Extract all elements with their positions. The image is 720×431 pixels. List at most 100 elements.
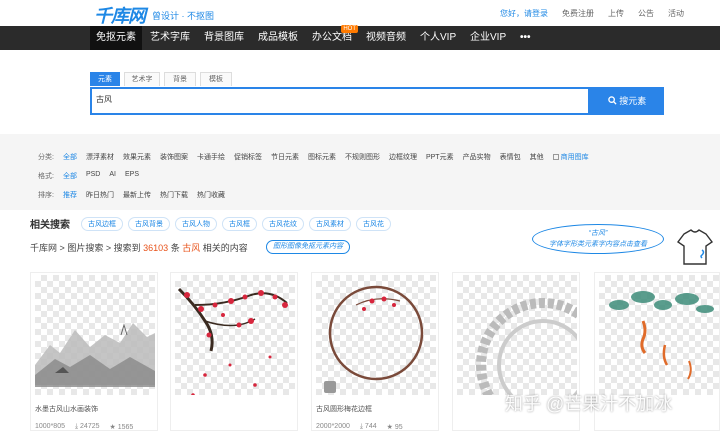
related-tag[interactable]: 古风花纹 [262,216,304,231]
top-bar: 千库网 曾设计 · 不抠图 您好，请登录 免费注册 上传 公告 活动 [0,0,720,26]
search-tab-templates[interactable]: 模板 [200,72,232,86]
download-count: ⤓ 744 [359,423,377,430]
category-filter-row: 分类: 全部 漂浮素材 效果元素 装饰图案 卡通手绘 促销标签 节日元素 图标元… [38,152,589,166]
sort-label: 排序: [38,192,54,199]
search-button[interactable]: 搜元素 [590,87,664,115]
format-option[interactable]: PSD [86,171,100,185]
nav-item-office-docs-label: 办公文档 [312,32,352,43]
category-label: 分类: [38,154,54,161]
sort-option[interactable]: 推荐 [63,190,77,204]
card-meta: 2000*2000 ⤓ 744 ★ 95 [316,423,403,431]
category-option[interactable]: 表情包 [500,152,521,166]
related-tag[interactable]: 古风素材 [309,216,351,231]
nav-item-templates[interactable]: 成品模板 [252,26,304,50]
search-button-label: 搜元素 [619,96,647,106]
format-option[interactable]: 全部 [63,171,77,185]
category-option[interactable]: 边框纹理 [389,152,417,166]
card-size: 2000*2000 [316,423,350,430]
round-plum-frame-image [324,285,424,393]
commercial-filter[interactable]: 商用图库 [552,152,589,166]
breadcrumb-section[interactable]: 图片搜索 [67,243,103,253]
result-card[interactable] [170,272,298,431]
result-count: 36103 [143,243,169,253]
related-searches: 相关搜索 古风边框 古风背景 古风人物 古风框 古风花纹 古风素材 古风花 [30,216,391,231]
breadcrumb: 千库网 > 图片搜索 > 搜索到 36103 条 古风 相关的内容 [30,241,248,254]
related-tag[interactable]: 古风框 [222,216,257,231]
card-thumbnail[interactable] [457,275,577,395]
result-card[interactable]: 水墨古风山水画装饰 1000*805 ⤓ 24725 ★ 1565 [30,272,158,431]
search-box [90,87,590,115]
category-option[interactable]: 节日元素 [271,152,299,166]
nav-item-video-audio[interactable]: 视频音频 [360,26,412,50]
annotation-bubble: “古风” 字体字形类元素字内容点击查看 [532,224,664,254]
category-option[interactable]: 装饰图案 [160,152,188,166]
category-option[interactable]: 效果元素 [123,152,151,166]
nav-item-elements[interactable]: 免抠元素 [90,26,142,50]
nav-item-business-vip[interactable]: 企业VIP [464,26,512,50]
nav-item-personal-vip[interactable]: 个人VIP [414,26,462,50]
tshirt-icon [676,229,714,265]
related-title: 相关搜索 [30,220,70,231]
format-filter-row: 格式: 全部 PSD AI EPS [38,171,139,185]
related-tag[interactable]: 古风花 [356,216,391,231]
category-option[interactable]: 全部 [63,152,77,166]
card-thumbnail[interactable] [35,275,155,395]
sort-option[interactable]: 热门下载 [160,190,188,204]
category-option[interactable]: 其他 [530,152,544,166]
sort-option[interactable]: 热门收藏 [197,190,225,204]
sort-filter-row: 排序: 推荐 昨日热门 最新上传 热门下载 热门收藏 [38,190,225,204]
nav-more-icon[interactable]: ••• [514,26,537,50]
ink-landscape-image [35,323,155,387]
lotus-koi-image [609,291,714,380]
main-nav: 免抠元素 艺术字库 背景图库 成品模板 办公文档 HOT 视频音频 个人VIP … [0,25,720,50]
search-tab-elements[interactable]: 元素 [90,72,120,86]
fav-count: ★ 95 [386,424,403,431]
result-card[interactable]: 古风圆形梅花边框 2000*2000 ⤓ 744 ★ 95 [311,272,439,431]
filter-panel: 分类: 全部 漂浮素材 效果元素 装饰图案 卡通手绘 促销标签 节日元素 图标元… [0,134,720,210]
card-thumbnail[interactable] [175,275,295,395]
card-title[interactable]: 水墨古风山水画装饰 [35,404,98,414]
sort-option[interactable]: 昨日热门 [86,190,114,204]
search-tab-backgrounds[interactable]: 背景 [164,72,196,86]
category-option[interactable]: 产品实物 [463,152,491,166]
commercial-checkbox[interactable] [552,154,559,161]
related-tag[interactable]: 古风边框 [81,216,123,231]
category-option[interactable]: PPT元素 [426,152,454,166]
upload-link[interactable]: 上传 [608,8,624,19]
card-thumbnail[interactable] [599,275,719,395]
category-option[interactable]: 促销标签 [234,152,262,166]
category-option[interactable]: 图标元素 [308,152,336,166]
format-label: 格式: [38,173,54,180]
related-tag[interactable]: 古风背景 [128,216,170,231]
search-tab-art-fonts[interactable]: 艺术字 [124,72,160,86]
download-count: ⤓ 24725 [74,423,100,430]
search-icon [607,96,617,105]
related-tag[interactable]: 古风人物 [175,216,217,231]
result-keyword: 古风 [182,243,201,253]
nav-item-art-fonts[interactable]: 艺术字库 [144,26,196,50]
breadcrumb-separator: > [59,243,65,253]
sort-option[interactable]: 最新上传 [123,190,151,204]
category-option[interactable]: 不规则图形 [345,152,380,166]
result-unit: 条 [170,243,180,253]
search-input[interactable] [96,95,576,104]
annotation-note: 图形图像免抠元素内容 [266,240,350,254]
site-logo[interactable]: 千库网 [94,2,146,28]
nav-item-office-docs[interactable]: 办公文档 HOT [306,25,364,50]
register-link[interactable]: 免费注册 [562,8,594,19]
nav-item-backgrounds[interactable]: 背景图库 [198,26,250,50]
copy-icon [324,381,336,393]
category-option[interactable]: 卡通手绘 [197,152,225,166]
category-option[interactable]: 漂浮素材 [86,152,114,166]
breadcrumb-home[interactable]: 千库网 [30,243,57,253]
card-title[interactable]: 古风圆形梅花边框 [316,404,372,414]
activity-link[interactable]: 活动 [668,8,684,19]
bubble-title: “古风” [588,230,608,237]
format-option[interactable]: EPS [125,171,139,185]
top-links: 您好，请登录 免费注册 上传 公告 活动 [500,8,684,19]
format-option[interactable]: AI [109,171,116,185]
card-thumbnail[interactable] [316,275,436,395]
star-icon: ★ [386,424,395,431]
notice-link[interactable]: 公告 [638,8,654,19]
login-link[interactable]: 您好，请登录 [500,8,548,19]
